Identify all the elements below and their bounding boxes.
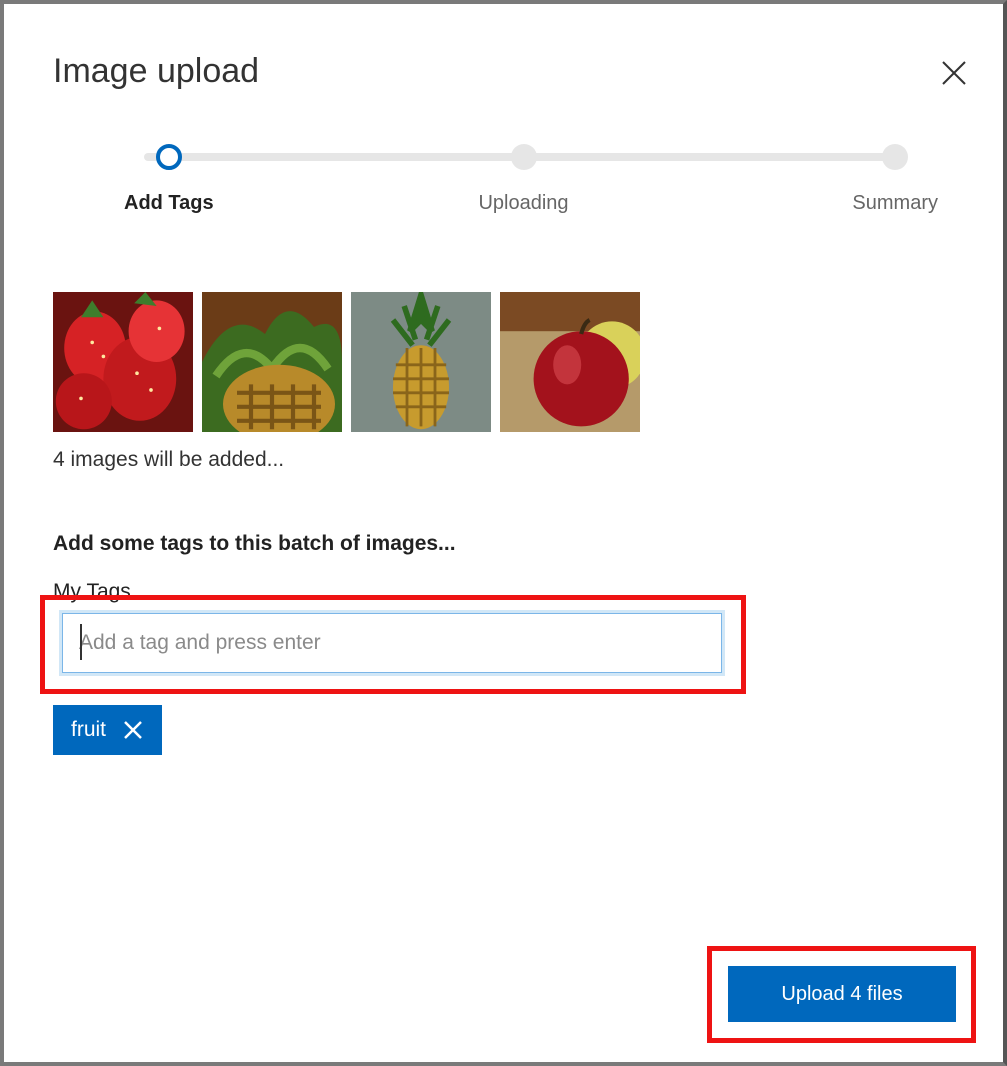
strawberries-icon <box>53 292 193 432</box>
step-dot-icon <box>510 144 536 170</box>
close-icon <box>122 719 144 741</box>
close-icon <box>940 59 968 87</box>
step-label: Add Tags <box>124 192 214 215</box>
tag-chip-fruit[interactable]: fruit <box>53 705 162 755</box>
step-summary: Summary <box>852 144 938 215</box>
dialog-title: Image upload <box>53 52 259 91</box>
step-dot-icon <box>156 144 182 170</box>
thumbnail-row <box>53 292 640 432</box>
thumbnail-strawberries[interactable] <box>53 292 193 432</box>
step-add-tags: Add Tags <box>124 144 214 215</box>
my-tags-label: My Tags <box>53 580 131 604</box>
tag-chip-label: fruit <box>71 718 106 742</box>
pineapple-icon <box>351 292 491 432</box>
thumbnail-pineapple[interactable] <box>351 292 491 432</box>
upload-button[interactable]: Upload 4 files <box>728 966 956 1022</box>
thumbnail-apple[interactable] <box>500 292 640 432</box>
apple-icon <box>500 292 640 432</box>
tag-input-container[interactable] <box>62 613 722 673</box>
text-caret-icon <box>80 624 82 660</box>
progress-stepper: Add Tags Uploading Summary <box>114 144 933 214</box>
step-label: Summary <box>852 192 938 215</box>
upload-button-label: Upload 4 files <box>781 983 902 1006</box>
add-tags-prompt: Add some tags to this batch of images... <box>53 532 456 556</box>
image-count-text: 4 images will be added... <box>53 448 284 472</box>
remove-tag-button[interactable] <box>120 717 146 743</box>
close-button[interactable] <box>933 52 975 94</box>
step-label: Uploading <box>478 192 568 215</box>
thumbnail-pineapple-top[interactable] <box>202 292 342 432</box>
tag-input[interactable] <box>63 614 721 672</box>
step-dot-icon <box>882 144 908 170</box>
pineapple-top-icon <box>202 292 342 432</box>
step-uploading: Uploading <box>478 144 568 215</box>
